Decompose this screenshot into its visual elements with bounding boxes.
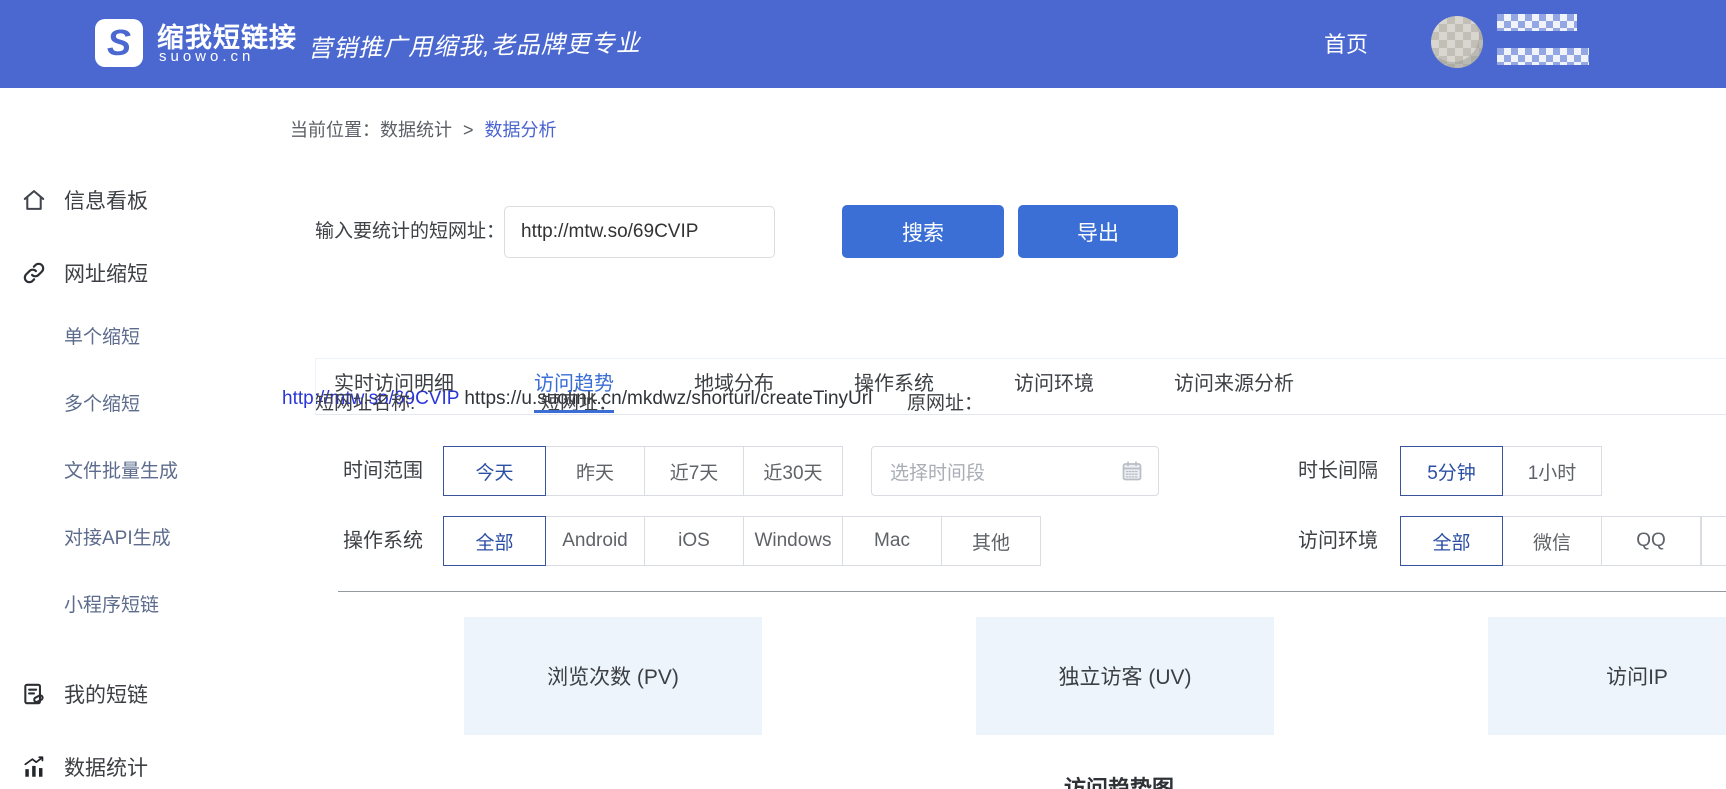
sidebar-item-label: 小程序短链 bbox=[64, 590, 159, 617]
stat-card-ip[interactable]: 访问IP bbox=[1488, 617, 1726, 735]
stat-card-label: 访问IP bbox=[1606, 661, 1668, 691]
search-button[interactable]: 搜索 bbox=[842, 205, 1004, 258]
time-range-label: 时间范围 bbox=[343, 446, 423, 496]
tab-visit-environment[interactable]: 访问环境 bbox=[1014, 359, 1094, 413]
interval-option-1hour[interactable]: 1小时 bbox=[1502, 446, 1602, 496]
interval-option-5min[interactable]: 5分钟 bbox=[1400, 446, 1503, 496]
sidebar-item-label: 网址缩短 bbox=[64, 258, 148, 288]
search-label: 输入要统计的短网址： bbox=[315, 205, 505, 258]
sidebar-item-label: 对接API生成 bbox=[64, 523, 171, 550]
breadcrumb-section[interactable]: 数据统计 bbox=[380, 120, 452, 140]
breadcrumb-separator: > bbox=[463, 120, 474, 140]
sidebar-item-label: 信息看板 bbox=[64, 185, 148, 215]
bar-chart-icon bbox=[21, 754, 47, 780]
sidebar-item-label: 文件批量生成 bbox=[64, 456, 178, 483]
interval-label: 时长间隔 bbox=[1298, 446, 1378, 496]
time-option-30days[interactable]: 近30天 bbox=[743, 446, 843, 496]
date-range-placeholder: 选择时间段 bbox=[890, 458, 1120, 485]
section-divider bbox=[338, 591, 1726, 592]
os-option-ios[interactable]: iOS bbox=[644, 516, 744, 566]
os-option-windows[interactable]: Windows bbox=[743, 516, 843, 566]
sidebar-item-label: 单个缩短 bbox=[64, 322, 140, 349]
short-url-input[interactable] bbox=[504, 206, 775, 258]
sidebar-item-miniprogram[interactable]: 小程序短链 bbox=[0, 587, 282, 619]
brand-slogan: 营销推广用缩我,老品牌更专业 bbox=[308, 23, 641, 64]
env-group: 全部 微信 QQ bbox=[1400, 516, 1726, 566]
interval-group: 5分钟 1小时 bbox=[1400, 446, 1602, 496]
chart-title: 访问趋势图 bbox=[969, 771, 1269, 789]
stat-card-pv[interactable]: 浏览次数 (PV) bbox=[464, 617, 762, 735]
page: S 缩我短链接 suowo.cn · 营销推广用缩我,老品牌更专业 首页 信息看… bbox=[0, 0, 1726, 789]
sidebar-item-my-links[interactable]: 我的短链 bbox=[0, 676, 282, 712]
sidebar-item-api[interactable]: 对接API生成 bbox=[0, 520, 282, 552]
breadcrumb: 当前位置：数据统计 > 数据分析 bbox=[290, 116, 557, 142]
sidebar-item-file-batch[interactable]: 文件批量生成 bbox=[0, 453, 282, 485]
os-option-mac[interactable]: Mac bbox=[842, 516, 942, 566]
breadcrumb-current[interactable]: 数据分析 bbox=[485, 120, 557, 140]
sidebar-item-multi-shorten[interactable]: 多个缩短 bbox=[0, 386, 282, 418]
export-button[interactable]: 导出 bbox=[1018, 205, 1178, 258]
user-avatar[interactable] bbox=[1431, 16, 1483, 68]
os-option-other[interactable]: 其他 bbox=[941, 516, 1041, 566]
time-option-today[interactable]: 今天 bbox=[443, 446, 546, 496]
env-option-qq[interactable]: QQ bbox=[1601, 516, 1701, 566]
stat-card-uv[interactable]: 独立访客 (UV) bbox=[976, 617, 1274, 735]
home-icon bbox=[21, 187, 47, 213]
env-option-clipped[interactable] bbox=[1701, 516, 1726, 566]
env-option-wechat[interactable]: 微信 bbox=[1502, 516, 1602, 566]
time-option-yesterday[interactable]: 昨天 bbox=[545, 446, 645, 496]
analytics-tabbar: 实时访问明细 访问趋势 地域分布 操作系统 访问环境 访问来源分析 bbox=[315, 358, 1726, 415]
stat-card-label: 独立访客 (UV) bbox=[1059, 661, 1192, 691]
tab-region-distribution[interactable]: 地域分布 bbox=[694, 359, 774, 413]
nav-home-link[interactable]: 首页 bbox=[1324, 27, 1368, 59]
date-range-input[interactable]: 选择时间段 bbox=[871, 446, 1159, 496]
env-label: 访问环境 bbox=[1298, 516, 1378, 566]
main-content: 当前位置：数据统计 > 数据分析 输入要统计的短网址： 搜索 导出 短网址名称:… bbox=[282, 88, 1726, 789]
calendar-icon bbox=[1120, 459, 1144, 483]
os-group: 全部 Android iOS Windows Mac 其他 bbox=[443, 516, 1041, 566]
user-name-pixelated bbox=[1497, 48, 1589, 65]
user-name-pixelated bbox=[1497, 14, 1577, 31]
sidebar-item-single-shorten[interactable]: 单个缩短 bbox=[0, 319, 282, 351]
brand-separator: · bbox=[287, 24, 296, 56]
os-option-all[interactable]: 全部 bbox=[443, 516, 546, 566]
env-option-all[interactable]: 全部 bbox=[1400, 516, 1503, 566]
sidebar-item-shorten[interactable]: 网址缩短 bbox=[0, 255, 282, 291]
stat-card-label: 浏览次数 (PV) bbox=[547, 661, 679, 691]
tab-visit-trend[interactable]: 访问趋势 bbox=[534, 359, 614, 413]
time-option-7days[interactable]: 近7天 bbox=[644, 446, 744, 496]
header: S 缩我短链接 suowo.cn · 营销推广用缩我,老品牌更专业 首页 bbox=[0, 0, 1726, 88]
sidebar-item-label: 多个缩短 bbox=[64, 389, 140, 416]
os-label: 操作系统 bbox=[343, 516, 423, 566]
time-range-group: 今天 昨天 近7天 近30天 bbox=[443, 446, 843, 496]
tab-realtime-detail[interactable]: 实时访问明细 bbox=[334, 359, 454, 413]
sidebar-item-dashboard[interactable]: 信息看板 bbox=[0, 182, 282, 218]
os-option-android[interactable]: Android bbox=[545, 516, 645, 566]
tab-operating-system[interactable]: 操作系统 bbox=[854, 359, 934, 413]
brand-logo-icon[interactable]: S bbox=[95, 19, 143, 67]
brand-domain: suowo.cn bbox=[159, 48, 254, 65]
breadcrumb-prefix: 当前位置： bbox=[290, 120, 380, 140]
link-icon bbox=[21, 260, 47, 286]
sidebar-item-label: 我的短链 bbox=[64, 679, 148, 709]
logo-letter: S bbox=[107, 22, 131, 64]
tab-visit-source[interactable]: 访问来源分析 bbox=[1174, 359, 1294, 413]
sidebar-item-label: 数据统计 bbox=[64, 752, 148, 782]
sidebar-item-statistics[interactable]: 数据统计 bbox=[0, 749, 282, 785]
sidebar: 信息看板 网址缩短 单个缩短 多个缩短 文件批量生成 对接API生成 小程序短链 bbox=[0, 88, 282, 789]
document-edit-icon bbox=[21, 681, 47, 707]
